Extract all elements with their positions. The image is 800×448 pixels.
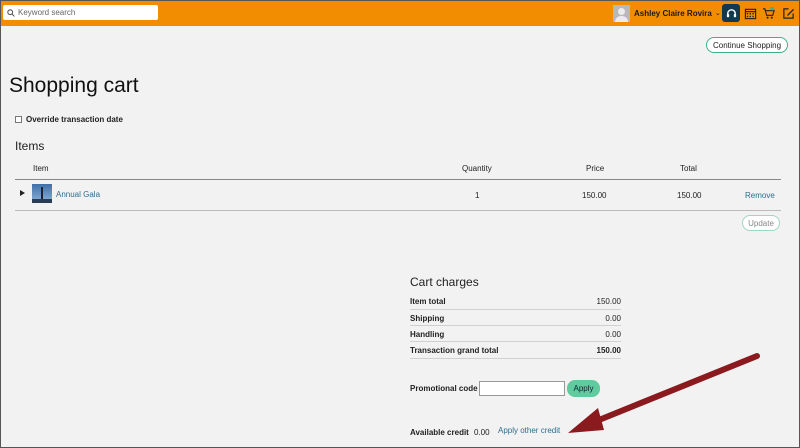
annotation-arrow — [568, 353, 760, 433]
